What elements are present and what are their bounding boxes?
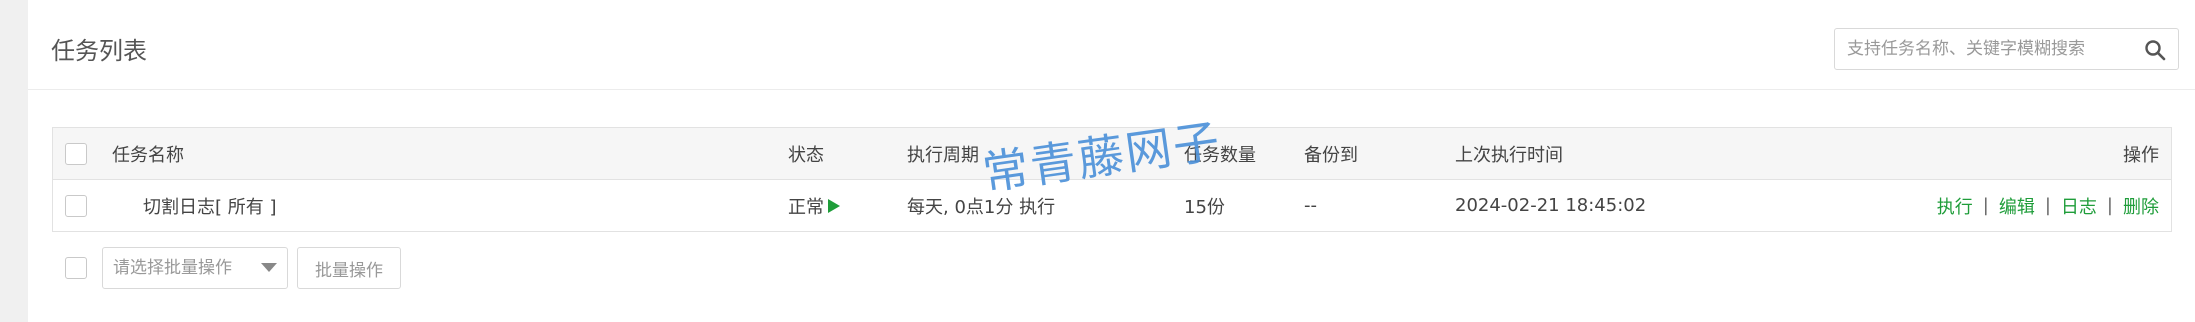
- edit-link[interactable]: 编辑: [1999, 193, 2035, 219]
- col-status: 状态: [788, 144, 824, 166]
- search-box: [1834, 28, 2179, 70]
- search-input[interactable]: [1835, 29, 2125, 69]
- batch-footer: 请选择批量操作 批量操作: [52, 247, 652, 289]
- col-backup-to: 备份到: [1304, 144, 1358, 166]
- batch-select-placeholder: 请选择批量操作: [113, 258, 232, 278]
- table-row: 切割日志[ 所有 ] 正常 每天, 0点1分 执行 15份 -- 2024-02…: [53, 180, 2171, 231]
- run-link[interactable]: 执行: [1937, 193, 1973, 219]
- col-cycle: 执行周期: [907, 144, 979, 166]
- row-checkbox[interactable]: [65, 194, 87, 217]
- row-select-cell: [65, 180, 87, 231]
- batch-action-select[interactable]: 请选择批量操作: [102, 247, 288, 289]
- search-icon: [2145, 40, 2166, 61]
- task-status-label: 正常: [788, 196, 824, 218]
- ops-separator: |: [1982, 195, 1989, 216]
- batch-action-button[interactable]: 批量操作: [297, 247, 401, 289]
- select-all-cell: [65, 128, 87, 179]
- search-button[interactable]: [2140, 35, 2170, 65]
- select-all-checkbox[interactable]: [65, 142, 87, 165]
- panel-header: 任务列表: [28, 0, 2195, 90]
- page-title: 任务列表: [51, 37, 147, 65]
- ops-separator: |: [2044, 195, 2051, 216]
- chevron-down-icon: [261, 263, 277, 272]
- log-link[interactable]: 日志: [2061, 193, 2097, 219]
- play-icon: [828, 198, 840, 213]
- batch-select-all-checkbox[interactable]: [65, 257, 87, 279]
- delete-link[interactable]: 删除: [2123, 193, 2159, 219]
- task-ops: 执行 | 编辑 | 日志 | 删除: [1937, 180, 2159, 231]
- task-backup-to: --: [1304, 195, 1317, 216]
- col-ops: 操作: [2123, 144, 2159, 166]
- task-count: 15份: [1184, 196, 1225, 218]
- col-last-run: 上次执行时间: [1455, 144, 1563, 166]
- task-name: 切割日志[ 所有 ]: [143, 196, 277, 218]
- col-name: 任务名称: [112, 144, 184, 166]
- task-status[interactable]: 正常: [788, 180, 841, 231]
- task-last-run: 2024-02-21 18:45:02: [1455, 195, 1647, 216]
- ops-separator: |: [2106, 195, 2113, 216]
